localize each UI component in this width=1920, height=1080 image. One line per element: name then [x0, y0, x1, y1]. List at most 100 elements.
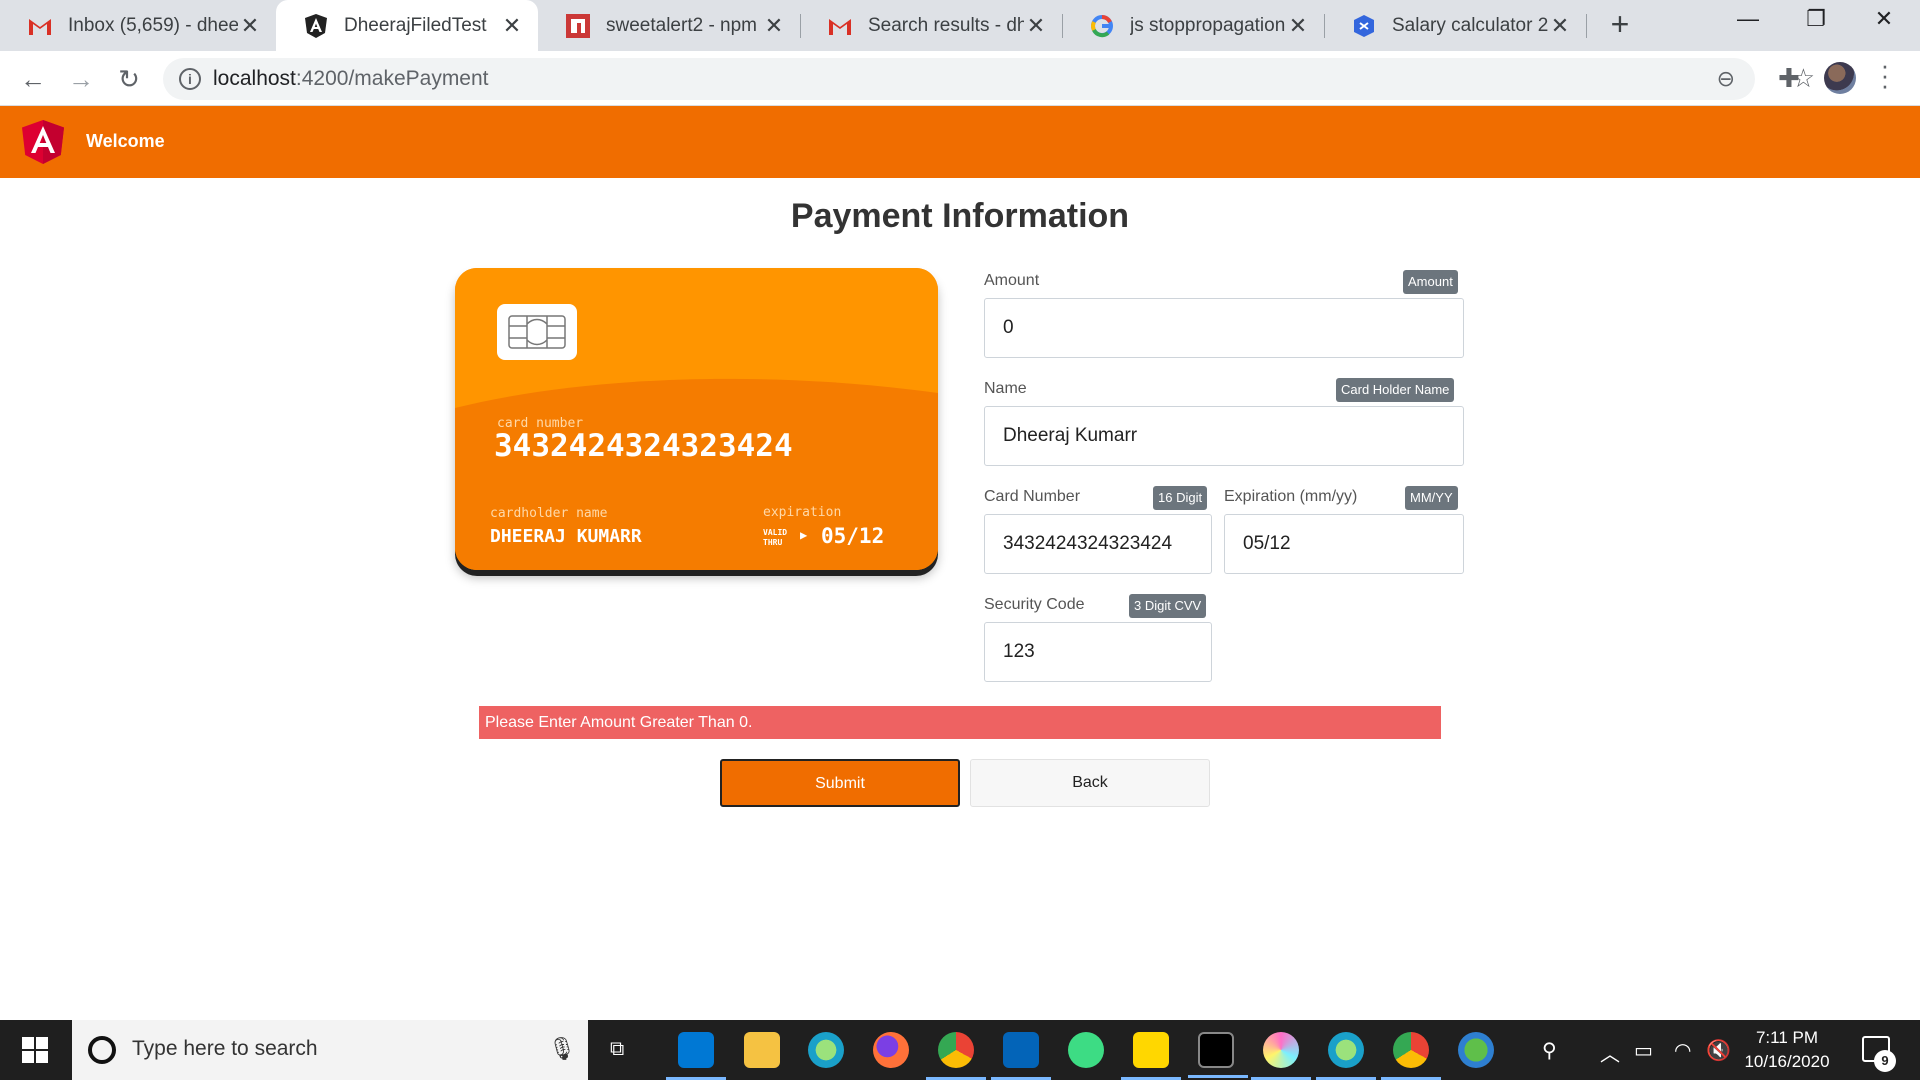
microphone-icon[interactable]: 🎙 [548, 1036, 576, 1062]
npm-icon [566, 13, 590, 38]
vscode-icon[interactable] [666, 1032, 726, 1080]
shield-icon [1352, 14, 1376, 38]
expiration-display: 05/12 [821, 524, 885, 548]
expiration-field-label: Expiration (mm/yy) [1224, 488, 1358, 505]
page-title: Payment Information [790, 197, 1130, 235]
info-icon[interactable]: i [179, 68, 201, 90]
zoom-icon[interactable]: ⊖ [1717, 66, 1735, 92]
tab-title: Salary calculator 202 [1392, 14, 1548, 36]
tab-dheerajfiledtest[interactable]: DheerajFiledTest ✕ [276, 0, 538, 51]
reload-icon[interactable]: ↻ [112, 62, 146, 96]
close-icon[interactable]: ✕ [1548, 13, 1572, 39]
security-code-label: Security Code [984, 596, 1085, 613]
tab-separator [1586, 14, 1587, 38]
valid-thru-label: VALID THRU [763, 528, 788, 547]
card-number-field-label: Card Number [984, 488, 1081, 505]
app-icon[interactable] [1251, 1032, 1311, 1080]
tab-gmail-inbox[interactable]: Inbox (5,659) - dheer ✕ [0, 0, 276, 51]
close-window-button[interactable]: ✕ [1854, 6, 1914, 38]
volume-muted-icon[interactable]: 🔇 [1706, 1038, 1731, 1063]
name-input[interactable]: Dheeraj Kumarr [984, 406, 1464, 466]
extensions-puzzle-icon[interactable]: ✚ [1778, 63, 1800, 94]
cardholder-name-display: DHEERAJ KUMARR [490, 526, 642, 547]
app-icon[interactable] [1316, 1032, 1376, 1080]
tab-sweetalert2[interactable]: sweetalert2 - npm ✕ [538, 0, 800, 51]
windows-taskbar: Type here to search 🎙 ⧉ ⚲ ︿ ▭ ◠ 🔇 7:11 P… [0, 1020, 1920, 1080]
error-alert: Please Enter Amount Greater Than 0. [479, 706, 1441, 739]
taskbar-search-box[interactable]: Type here to search 🎙 [72, 1020, 588, 1080]
close-icon[interactable]: ✕ [1024, 13, 1048, 39]
tab-title: Inbox (5,659) - dheer [68, 14, 238, 36]
play-arrow-icon: ▶ [800, 528, 808, 542]
amount-input[interactable]: 0 [984, 298, 1464, 358]
name-hint-badge: Card Holder Name [1336, 378, 1455, 402]
windows-start-icon[interactable] [22, 1037, 48, 1063]
angular-logo-icon[interactable] [22, 120, 64, 164]
tab-title: Search results - dhee [868, 14, 1024, 36]
tab-google-search[interactable]: js stoppropagation - ✕ [1062, 0, 1324, 51]
taskbar-search-placeholder: Type here to search [132, 1037, 318, 1060]
terminal-icon[interactable] [1188, 1032, 1248, 1078]
wifi-icon[interactable]: ◠ [1674, 1038, 1691, 1063]
amount-label: Amount [984, 272, 1040, 289]
nav-welcome-link[interactable]: Welcome [86, 131, 165, 152]
back-arrow-icon[interactable]: ← [16, 62, 50, 96]
app-navbar: Welcome [0, 106, 1920, 178]
google-icon [1090, 14, 1114, 38]
url-path: :4200/makePayment [295, 67, 489, 90]
expiration-label: expiration [763, 505, 842, 520]
globe-icon[interactable] [1458, 1032, 1494, 1068]
battery-icon[interactable]: ▭ [1634, 1038, 1653, 1063]
name-label: Name [984, 380, 1027, 397]
clock-time: 7:11 PM [1755, 1028, 1819, 1047]
browser-tab-strip: Inbox (5,659) - dheer ✕ DheerajFiledTest… [0, 0, 1920, 51]
taskbar-clock[interactable]: 7:11 PM 10/16/2020 [1742, 1026, 1832, 1074]
tab-title: sweetalert2 - npm [606, 14, 758, 36]
close-icon[interactable]: ✕ [1286, 13, 1310, 39]
url-text[interactable]: localhost:4200/makePayment [213, 67, 489, 91]
chrome-menu-icon[interactable]: · · · [1880, 52, 1890, 98]
task-view-icon[interactable]: ⧉ [610, 1038, 624, 1061]
angular-icon [304, 13, 328, 38]
gmail-icon [828, 14, 852, 38]
tab-title: DheerajFiledTest [344, 14, 487, 36]
expiration-input[interactable]: 05/12 [1224, 514, 1464, 574]
close-icon[interactable]: ✕ [500, 13, 524, 39]
security-code-input[interactable]: 123 [984, 622, 1212, 682]
browser-toolbar: ← → ↻ i localhost:4200/makePayment ⊖ ☆ [0, 51, 1920, 106]
chrome-icon[interactable] [926, 1032, 986, 1080]
credit-card-preview: card number 3432424324323424 cardholder … [455, 268, 938, 570]
close-icon[interactable]: ✕ [762, 13, 786, 39]
close-icon[interactable]: ✕ [238, 13, 262, 39]
people-icon[interactable]: ⚲ [1542, 1038, 1557, 1063]
sticky-notes-icon[interactable] [1121, 1032, 1181, 1080]
cortana-icon [88, 1036, 116, 1064]
profile-avatar[interactable] [1824, 62, 1856, 94]
clock-date: 10/16/2020 [1744, 1052, 1830, 1071]
tab-title: js stoppropagation - [1130, 14, 1286, 36]
chevron-up-icon[interactable]: ︿ [1600, 1038, 1620, 1067]
expiration-hint-badge: MM/YY [1405, 486, 1458, 510]
gmail-icon [28, 14, 52, 38]
new-tab-button[interactable]: + [1604, 8, 1636, 42]
android-studio-icon[interactable] [1068, 1032, 1104, 1068]
tab-salary-calculator[interactable]: Salary calculator 202 ✕ [1324, 0, 1586, 51]
submit-button[interactable]: Submit [720, 759, 960, 807]
card-number-hint-badge: 16 Digit [1153, 486, 1208, 510]
app-icon[interactable] [808, 1032, 844, 1068]
url-host: localhost [213, 67, 296, 90]
forward-arrow-icon[interactable]: → [64, 62, 98, 96]
card-chip-icon [497, 304, 577, 360]
chrome-icon[interactable] [1381, 1032, 1441, 1080]
outlook-icon[interactable] [991, 1032, 1051, 1080]
back-button[interactable]: Back [970, 759, 1210, 807]
minimize-button[interactable]: — [1718, 6, 1778, 38]
tab-gmail-search[interactable]: Search results - dhee ✕ [800, 0, 1062, 51]
card-number-input[interactable]: 3432424324323424 [984, 514, 1212, 574]
restore-button[interactable]: ❐ [1786, 6, 1846, 38]
file-explorer-icon[interactable] [744, 1032, 780, 1068]
card-number-display: 3432424324323424 [494, 428, 793, 464]
address-bar[interactable]: i localhost:4200/makePayment ⊖ ☆ [163, 58, 1815, 100]
firefox-icon[interactable] [873, 1032, 909, 1068]
security-code-hint-badge: 3 Digit CVV [1129, 594, 1207, 618]
